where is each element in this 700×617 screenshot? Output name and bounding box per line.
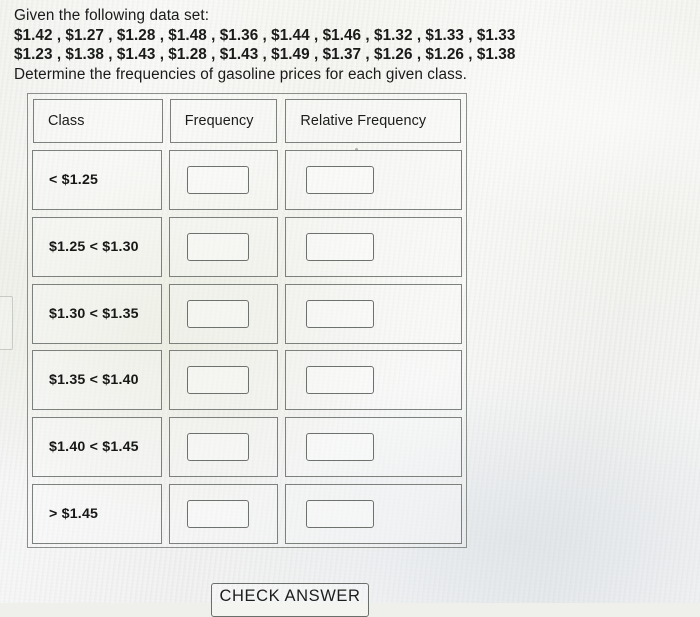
class-label: $1.40 < $1.45 <box>49 439 139 456</box>
frequency-input[interactable] <box>187 166 250 194</box>
relative-frequency-input[interactable] <box>306 433 375 462</box>
frequency-cell <box>169 417 279 478</box>
page-speck-artifact <box>355 148 358 151</box>
problem-instruction-line: Determine the frequencies of gasoline pr… <box>14 65 467 83</box>
class-label: < $1.25 <box>49 172 99 188</box>
class-cell: $1.30 < $1.35 <box>32 283 163 344</box>
class-cell: $1.40 < $1.45 <box>32 417 163 478</box>
check-answer-button[interactable]: CHECK ANSWER <box>211 583 369 617</box>
frequency-cell <box>169 150 279 210</box>
frequency-input[interactable] <box>187 299 250 328</box>
relative-frequency-input[interactable] <box>306 166 375 194</box>
relative-frequency-input[interactable] <box>306 366 375 395</box>
class-label: $1.25 < $1.30 <box>49 238 139 255</box>
relative-frequency-cell <box>285 483 463 544</box>
column-header-relative-frequency: Relative Frequency <box>285 99 461 143</box>
frequency-input[interactable] <box>187 366 250 395</box>
table-row: $1.35 < $1.40 <box>28 347 466 414</box>
class-cell: $1.35 < $1.40 <box>32 350 163 411</box>
relative-frequency-cell <box>285 216 463 277</box>
class-label: $1.35 < $1.40 <box>49 372 139 389</box>
relative-frequency-input[interactable] <box>306 232 375 261</box>
frequency-input[interactable] <box>187 433 250 462</box>
table-row: $1.40 < $1.45 <box>28 414 466 481</box>
table-header-row: Class Frequency Relative Frequency <box>28 94 466 147</box>
table-row: $1.25 < $1.30 <box>28 214 466 281</box>
column-header-frequency-label: Frequency <box>184 113 254 129</box>
table-row: < $1.25 <box>28 147 466 214</box>
frequency-cell <box>169 216 279 277</box>
data-set-line-2: $1.23 , $1.38 , $1.43 , $1.28 , $1.43 , … <box>14 46 516 64</box>
relative-frequency-cell <box>285 350 463 411</box>
frequency-cell <box>169 350 279 411</box>
frequency-input[interactable] <box>187 499 250 528</box>
column-header-class-label: Class <box>48 113 85 129</box>
class-label: > $1.45 <box>49 505 99 522</box>
problem-statement: Given the following data set: $1.42 , $1… <box>14 6 674 84</box>
table-row: > $1.45 <box>28 481 466 548</box>
class-cell: $1.25 < $1.30 <box>32 216 163 277</box>
class-cell: > $1.45 <box>32 483 163 544</box>
data-set-line-1: $1.42 , $1.27 , $1.28 , $1.48 , $1.36 , … <box>14 26 516 44</box>
frequency-cell <box>169 283 279 344</box>
frequency-input[interactable] <box>187 232 250 261</box>
table-row: $1.30 < $1.35 <box>28 281 466 348</box>
relative-frequency-cell <box>285 283 463 344</box>
class-cell: < $1.25 <box>32 150 163 210</box>
relative-frequency-cell <box>285 150 463 210</box>
problem-intro-line: Given the following data set: <box>14 7 210 24</box>
relative-frequency-input[interactable] <box>306 499 375 528</box>
frequency-distribution-table: Class Frequency Relative Frequency < $1.… <box>27 93 467 548</box>
frequency-cell <box>169 483 279 544</box>
column-header-relative-frequency-label: Relative Frequency <box>300 113 427 129</box>
column-header-class: Class <box>33 99 163 143</box>
class-label: $1.30 < $1.35 <box>49 305 139 322</box>
column-header-frequency: Frequency <box>169 99 278 143</box>
relative-frequency-cell <box>285 417 463 478</box>
relative-frequency-input[interactable] <box>306 299 375 328</box>
